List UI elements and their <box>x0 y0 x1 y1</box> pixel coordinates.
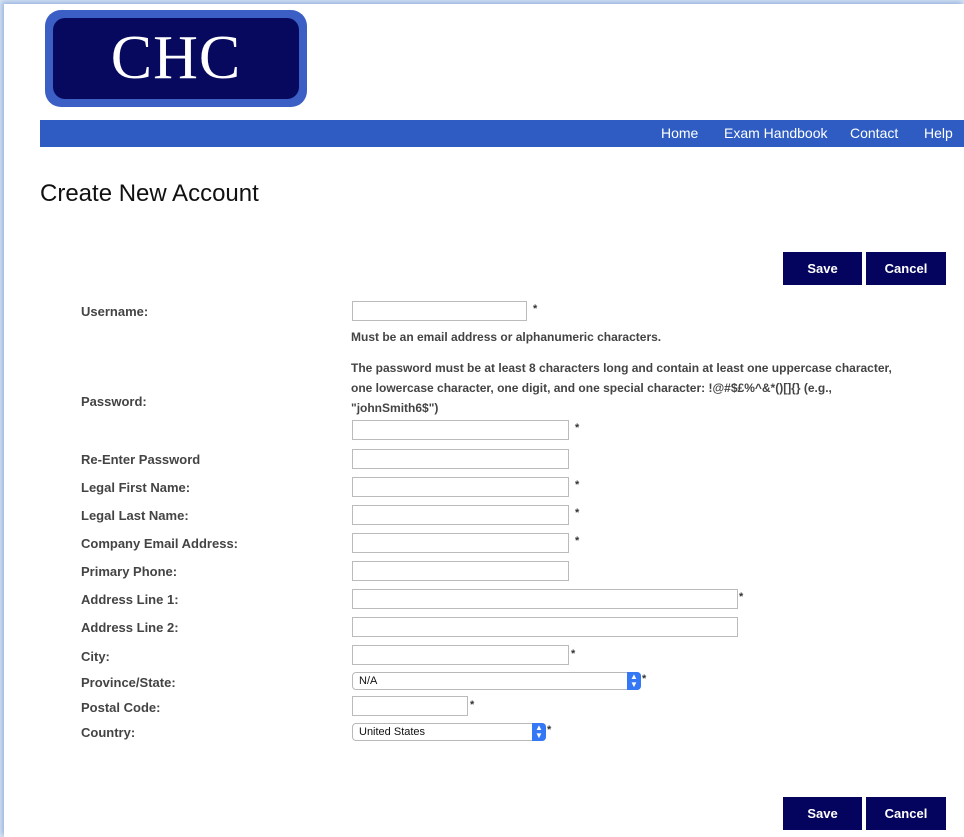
password-hint-line-1: The password must be at least 8 characte… <box>351 361 892 375</box>
cancel-button-top[interactable]: Cancel <box>866 252 946 285</box>
chevron-up-down-icon: ▲ ▼ <box>627 672 641 690</box>
company-email-input[interactable] <box>352 533 569 553</box>
province-state-selected-value: N/A <box>359 675 378 687</box>
address-line-2-input[interactable] <box>352 617 738 637</box>
country-required-marker: * <box>547 724 552 736</box>
nav-help[interactable]: Help <box>924 125 953 141</box>
last-name-required-marker: * <box>575 507 580 519</box>
first-name-input[interactable] <box>352 477 569 497</box>
last-name-label: Legal Last Name: <box>81 508 189 523</box>
logo-text: CHC <box>53 18 299 99</box>
username-required-marker: * <box>533 303 538 315</box>
last-name-input[interactable] <box>352 505 569 525</box>
chevron-up-down-icon: ▲ ▼ <box>532 723 546 741</box>
password-required-marker: * <box>575 422 580 434</box>
nav-exam-handbook[interactable]: Exam Handbook <box>724 125 828 141</box>
password-hint-line-2: one lowercase character, one digit, and … <box>351 381 832 395</box>
postal-code-required-marker: * <box>470 699 475 711</box>
save-button-top[interactable]: Save <box>783 252 862 285</box>
company-email-label: Company Email Address: <box>81 536 239 551</box>
password-hint-line-3: "johnSmith6$") <box>351 401 439 415</box>
reenter-password-label: Re-Enter Password <box>81 452 201 467</box>
cancel-button-bottom[interactable]: Cancel <box>866 797 946 830</box>
country-label: Country: <box>81 725 136 740</box>
password-input[interactable] <box>352 420 569 440</box>
postal-code-input[interactable] <box>352 696 468 716</box>
username-input[interactable] <box>352 301 527 321</box>
page: CHC Home Exam Handbook Contact Help Crea… <box>4 4 964 837</box>
main-nav: Home Exam Handbook Contact Help <box>40 120 964 147</box>
nav-contact[interactable]: Contact <box>850 125 898 141</box>
country-selected-value: United States <box>359 726 426 738</box>
province-state-label: Province/State: <box>81 675 176 690</box>
address-line-1-required-marker: * <box>739 591 744 603</box>
province-state-required-marker: * <box>642 673 647 685</box>
username-hint: Must be an email address or alphanumeric… <box>351 330 662 344</box>
primary-phone-label: Primary Phone: <box>81 564 178 579</box>
chc-logo[interactable]: CHC <box>45 10 307 107</box>
province-state-select[interactable]: N/A ▲ ▼ <box>352 672 641 690</box>
primary-phone-input[interactable] <box>352 561 569 581</box>
address-line-1-label: Address Line 1: <box>81 592 179 607</box>
page-title: Create New Account <box>40 180 259 207</box>
save-button-bottom[interactable]: Save <box>783 797 862 830</box>
address-line-2-label: Address Line 2: <box>81 620 179 635</box>
city-label: City: <box>81 649 110 664</box>
address-line-1-input[interactable] <box>352 589 738 609</box>
first-name-required-marker: * <box>575 479 580 491</box>
username-label: Username: <box>81 304 149 319</box>
city-input[interactable] <box>352 645 569 665</box>
city-required-marker: * <box>571 648 576 660</box>
first-name-label: Legal First Name: <box>81 480 191 495</box>
country-select[interactable]: United States ▲ ▼ <box>352 723 546 741</box>
reenter-password-input[interactable] <box>352 449 569 469</box>
nav-home[interactable]: Home <box>661 125 698 141</box>
company-email-required-marker: * <box>575 535 580 547</box>
password-label: Password: <box>81 394 147 409</box>
postal-code-label: Postal Code: <box>81 700 161 715</box>
